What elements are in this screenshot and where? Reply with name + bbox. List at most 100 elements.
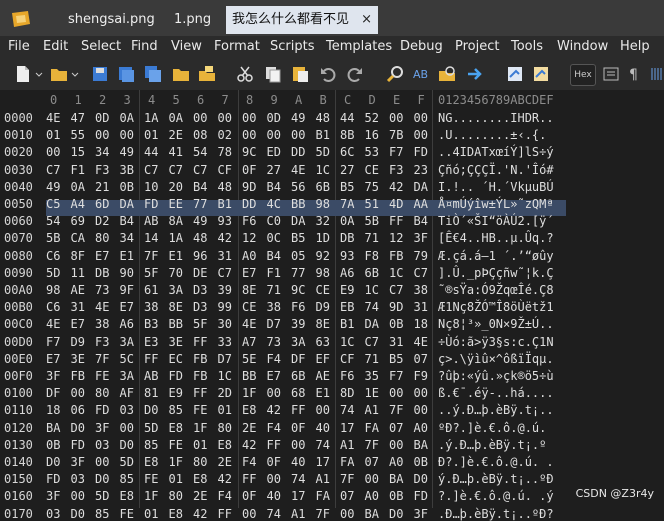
hex-byte[interactable]: E9 — [169, 386, 183, 400]
hex-byte[interactable]: 00 — [218, 111, 232, 125]
hex-byte[interactable]: 2E — [169, 128, 183, 142]
hex-byte[interactable]: F6 — [291, 300, 305, 314]
hex-byte[interactable]: 0D — [267, 111, 281, 125]
hex-byte[interactable]: 39 — [218, 283, 232, 297]
pilcrow-icon[interactable]: ¶ — [626, 65, 644, 83]
menu-window[interactable]: Window — [557, 39, 608, 54]
hex-byte[interactable]: E8 — [218, 438, 232, 452]
hex-byte[interactable]: 92 — [316, 249, 330, 263]
hex-byte[interactable]: B1 — [316, 128, 330, 142]
hex-byte[interactable]: 17 — [316, 455, 330, 469]
hex-byte[interactable]: 85 — [144, 438, 158, 452]
menu-debug[interactable]: Debug — [400, 39, 443, 54]
hex-byte[interactable]: 07 — [340, 489, 354, 503]
hex-byte[interactable]: 0F — [267, 455, 281, 469]
hex-byte[interactable]: 4E — [242, 317, 256, 331]
hex-byte[interactable]: FE — [120, 507, 134, 521]
hex-byte[interactable]: A6 — [340, 266, 354, 280]
hex-byte[interactable]: 85 — [120, 472, 134, 486]
hex-byte[interactable]: E7 — [267, 369, 281, 383]
hex-byte[interactable]: 42 — [242, 438, 256, 452]
hex-byte[interactable]: 73 — [95, 283, 109, 297]
hex-byte[interactable]: EE — [169, 197, 183, 211]
hex-byte[interactable]: 00 — [316, 403, 330, 417]
hex-byte[interactable]: 0F — [242, 489, 256, 503]
hex-byte[interactable]: 03 — [46, 507, 60, 521]
hex-byte[interactable]: F4 — [218, 489, 232, 503]
hex-byte[interactable]: 5D — [144, 421, 158, 435]
hex-byte[interactable]: 6D — [95, 197, 109, 211]
hex-byte[interactable]: 03 — [120, 403, 134, 417]
hex-byte[interactable]: FD — [46, 472, 60, 486]
hex-byte[interactable]: B5 — [291, 231, 305, 245]
hex-byte[interactable]: 0F — [242, 163, 256, 177]
hex-byte[interactable]: C7 — [169, 163, 183, 177]
hex-byte[interactable]: 40 — [291, 455, 305, 469]
hex-byte[interactable]: CE — [316, 283, 330, 297]
hex-byte[interactable]: 85 — [169, 403, 183, 417]
hex-byte[interactable]: F7 — [389, 145, 403, 159]
hex-byte[interactable]: 80 — [193, 455, 207, 469]
hex-byte[interactable]: A0 — [365, 489, 379, 503]
hex-byte[interactable]: 42 — [193, 507, 207, 521]
ascii-row[interactable]: .U........±‹.{. — [438, 128, 546, 142]
hex-byte[interactable]: 40 — [267, 489, 281, 503]
hex-byte[interactable]: 48 — [316, 111, 330, 125]
hex-byte[interactable]: E8 — [169, 421, 183, 435]
hex-byte[interactable]: FF — [144, 352, 158, 366]
hex-byte[interactable]: 2E — [193, 489, 207, 503]
hex-byte[interactable]: 0B — [46, 438, 60, 452]
hex-byte[interactable]: D0 — [414, 472, 428, 486]
hex-byte[interactable]: 71 — [267, 283, 281, 297]
hex-byte[interactable]: 80 — [169, 489, 183, 503]
hex-byte[interactable]: 00 — [267, 472, 281, 486]
hex-byte[interactable]: 01 — [144, 507, 158, 521]
hex-byte[interactable]: 4D — [389, 197, 403, 211]
hex-byte[interactable]: C7 — [218, 266, 232, 280]
hex-byte[interactable]: 5F — [193, 317, 207, 331]
hex-byte[interactable]: 3A — [120, 369, 134, 383]
hex-byte[interactable]: 3A — [291, 335, 305, 349]
hex-byte[interactable]: 31 — [414, 300, 428, 314]
hex-byte[interactable]: 12 — [389, 231, 403, 245]
hex-byte[interactable]: B3 — [144, 317, 158, 331]
hex-byte[interactable]: CA — [71, 231, 85, 245]
hex-byte[interactable]: C7 — [365, 335, 379, 349]
hex-byte[interactable]: C7 — [414, 266, 428, 280]
ascii-row[interactable]: Æ1Nç8ŽÓ™Î8öÙëtž1 — [438, 300, 554, 314]
hex-byte[interactable]: 4E — [46, 111, 60, 125]
hex-byte[interactable]: 8E — [242, 283, 256, 297]
hex-byte[interactable]: F4 — [267, 421, 281, 435]
hex-byte[interactable]: 0A — [71, 180, 85, 194]
hex-byte[interactable]: EB — [340, 300, 354, 314]
save-icon[interactable] — [91, 65, 109, 83]
hex-byte[interactable]: 96 — [193, 249, 207, 263]
hex-byte[interactable]: 0F — [291, 421, 305, 435]
hex-byte[interactable]: 3F — [414, 507, 428, 521]
hex-byte[interactable]: F7 — [389, 369, 403, 383]
hex-byte[interactable]: 18 — [414, 317, 428, 331]
hex-byte[interactable]: 1D — [316, 231, 330, 245]
hex-byte[interactable]: 78 — [218, 145, 232, 159]
hex-byte[interactable]: 1A — [144, 111, 158, 125]
ascii-row[interactable]: .ý.Ð…þ.èBÿ.t¡.º — [438, 438, 546, 452]
hex-byte[interactable]: 00 — [414, 403, 428, 417]
hex-byte[interactable]: B4 — [267, 180, 281, 194]
hex-byte[interactable]: 00 — [242, 128, 256, 142]
hex-byte[interactable]: 42 — [218, 472, 232, 486]
hex-byte[interactable]: 11 — [71, 266, 85, 280]
ascii-row[interactable]: [Ê€4..HB..µ.Ûq.? — [438, 231, 554, 245]
hex-byte[interactable]: 38 — [95, 317, 109, 331]
hex-byte[interactable]: CE — [242, 300, 256, 314]
hex-byte[interactable]: FF — [193, 335, 207, 349]
hex-byte[interactable]: 49 — [46, 180, 60, 194]
hex-byte[interactable]: 44 — [340, 111, 354, 125]
hex-byte[interactable]: 41 — [169, 145, 183, 159]
hex-byte[interactable]: 8A — [169, 214, 183, 228]
hex-byte[interactable]: F4 — [267, 352, 281, 366]
hex-byte[interactable]: DA — [120, 197, 134, 211]
hex-byte[interactable]: FE — [169, 438, 183, 452]
hex-byte[interactable]: BA — [46, 421, 60, 435]
hex-byte[interactable]: 02 — [218, 128, 232, 142]
hex-byte[interactable]: 31 — [71, 300, 85, 314]
